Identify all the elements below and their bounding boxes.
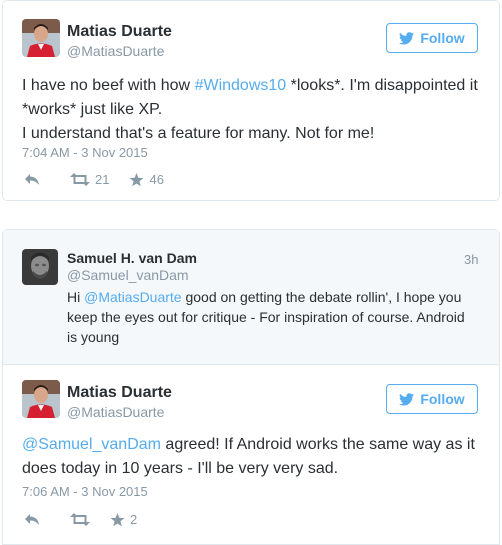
avatar[interactable]: [22, 380, 60, 418]
tweet-text-line: does today in 10 years - I'll be very ve…: [22, 460, 339, 477]
follow-label: Follow: [420, 30, 465, 46]
mention-link[interactable]: @Samuel_vanDam: [22, 436, 161, 453]
avatar[interactable]: [22, 249, 58, 285]
tweet-text: @Samuel_vanDam agreed! If Android works …: [22, 433, 492, 481]
reply-button[interactable]: [24, 513, 40, 526]
retweet-icon: [70, 513, 90, 526]
text-part: Hi: [67, 289, 85, 305]
follow-button[interactable]: Follow: [386, 23, 478, 53]
author-name[interactable]: Matias Duarte: [67, 23, 172, 41]
follow-button[interactable]: Follow: [386, 384, 478, 414]
author-handle[interactable]: @MatiasDuarte: [67, 404, 164, 420]
tweet-card-2: Samuel H. van Dam @Samuel_vanDam 3h Hi @…: [2, 229, 500, 545]
timestamp[interactable]: 7:04 AM - 3 Nov 2015: [22, 145, 148, 160]
author-handle[interactable]: @Samuel_vanDam: [67, 267, 189, 283]
card-separator: [0, 201, 502, 229]
retweet-icon: [70, 173, 90, 186]
tweet-card-1: Matias Duarte @MatiasDuarte Follow I hav…: [2, 0, 500, 201]
tweet-text-line: I understand that's a feature for many. …: [22, 125, 375, 142]
tweet-text-line: *works* just like XP.: [22, 101, 163, 118]
author-name[interactable]: Matias Duarte: [67, 384, 172, 402]
reply-parent-text: Hi @MatiasDuarte good on getting the deb…: [67, 287, 487, 347]
retweet-button[interactable]: [70, 513, 90, 526]
twitter-bird-icon: [399, 392, 415, 405]
mention-link[interactable]: @MatiasDuarte: [84, 289, 181, 305]
time-ago[interactable]: 3h: [464, 252, 478, 267]
twitter-bird-icon: [399, 31, 415, 44]
star-icon: [129, 172, 144, 186]
reply-icon: [25, 174, 39, 185]
tweet-text-part: agreed! If Android works the same way as…: [160, 436, 475, 453]
reply-parent-tweet[interactable]: Samuel H. van Dam @Samuel_vanDam 3h Hi @…: [3, 230, 499, 365]
retweet-count: 21: [95, 172, 110, 187]
tweet-text: I have no beef with how #Windows10 *look…: [22, 74, 492, 146]
text-line: keep the eyes out for critique - For ins…: [67, 309, 465, 325]
text-part: good on getting the debate rollin', I ho…: [181, 289, 462, 305]
text-line: is young: [67, 329, 120, 345]
reply-icon: [25, 514, 39, 525]
tweet-text-part: I have no beef with how: [22, 77, 195, 94]
author-handle[interactable]: @MatiasDuarte: [67, 43, 164, 59]
favorite-button[interactable]: 2: [110, 512, 137, 527]
avatar[interactable]: [22, 19, 60, 57]
follow-label: Follow: [420, 391, 465, 407]
retweet-button[interactable]: 21: [70, 172, 109, 187]
favorite-button[interactable]: 46: [129, 172, 164, 187]
star-icon: [110, 512, 125, 526]
reply-button[interactable]: [24, 173, 40, 186]
tweet-text-part: *looks*. I'm disappointed it: [286, 77, 478, 94]
like-count: 2: [130, 512, 138, 527]
tweet-actions: 2: [24, 512, 155, 527]
like-count: 46: [149, 172, 164, 187]
hashtag-link[interactable]: #Windows10: [195, 77, 287, 94]
tweet-actions: 21 46: [24, 172, 182, 187]
author-name[interactable]: Samuel H. van Dam: [67, 250, 197, 266]
timestamp[interactable]: 7:06 AM - 3 Nov 2015: [22, 484, 148, 499]
